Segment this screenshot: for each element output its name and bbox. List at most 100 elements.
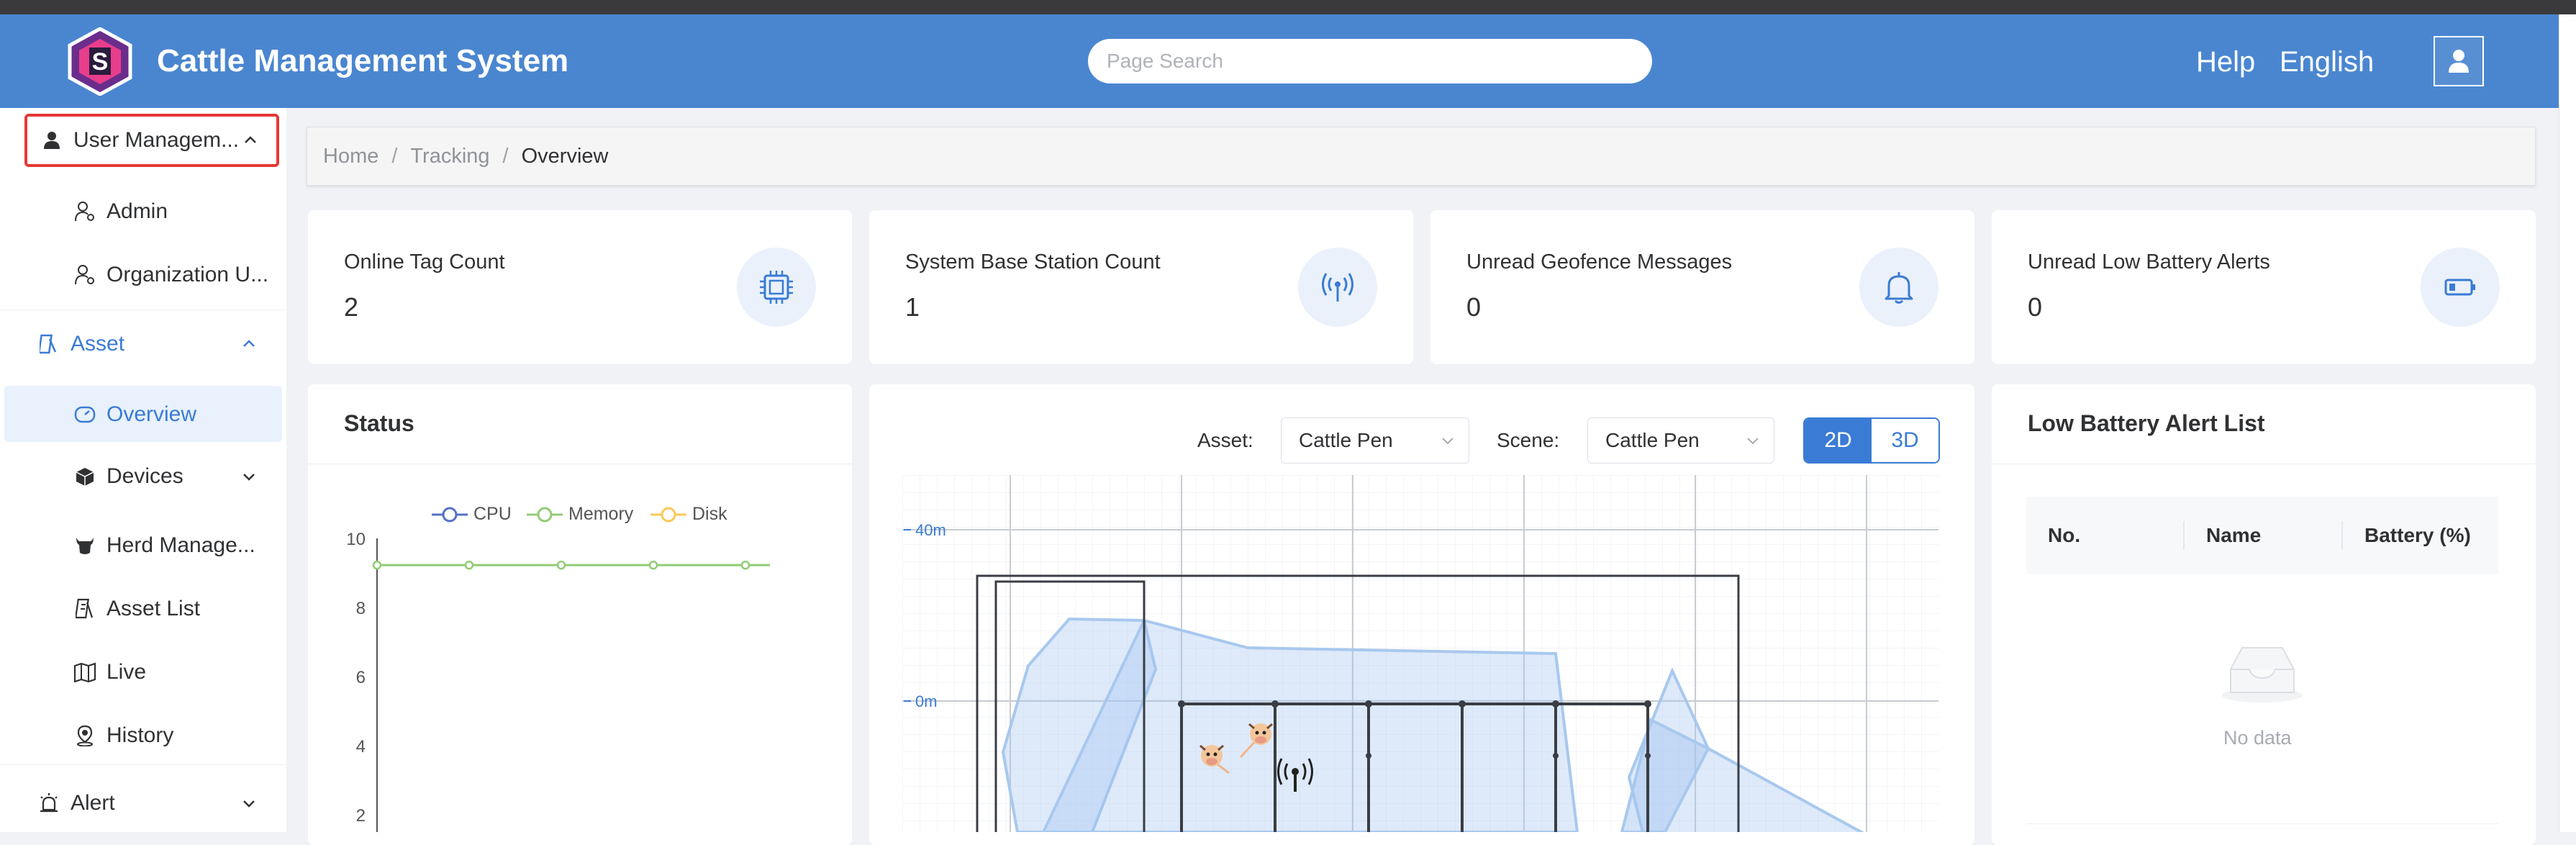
sidebar-item-label: Asset — [71, 332, 125, 356]
data-point-memory[interactable] — [556, 560, 566, 570]
page-search-input[interactable] — [1088, 39, 1652, 83]
alarm-icon — [37, 792, 60, 815]
page-scrollbar[interactable] — [2559, 14, 2576, 832]
map-icon — [73, 661, 96, 684]
chevron-up-icon — [243, 340, 255, 347]
asset-select-value: Cattle Pen — [1299, 429, 1393, 451]
chevron-down-icon — [1747, 438, 1759, 445]
svg-text:S: S — [92, 48, 109, 76]
scene-select-value: Cattle Pen — [1605, 429, 1700, 451]
data-point-memory[interactable] — [740, 560, 750, 570]
sidebar-item-alert[interactable]: Alert — [37, 787, 286, 819]
user-gear-icon — [73, 200, 96, 223]
view-2d-button[interactable]: 2D — [1805, 419, 1872, 462]
stat-label: Unread Geofence Messages — [1466, 250, 1733, 274]
sidebar-item-herd-management[interactable]: Herd Manage... — [73, 530, 255, 561]
stat-card-base-stations: System Base Station Count 1 — [869, 210, 1413, 364]
stat-label: Unread Low Battery Alerts — [2028, 250, 2270, 274]
battery-table-header: No. Name Battery (%) — [2026, 497, 2498, 574]
sidebar-item-label: Admin — [106, 199, 168, 223]
breadcrumb: Home / Tracking / Overview — [307, 127, 2536, 186]
breadcrumb-separator: / — [391, 144, 398, 168]
sidebar-item-label: Alert — [71, 791, 115, 815]
scene-label: Scene: — [1497, 429, 1560, 451]
legend-marker-disk — [650, 507, 686, 522]
sidebar-item-label: Asset List — [106, 597, 201, 620]
legend-label: CPU — [473, 504, 512, 524]
map-axis-label-40m: 40m — [915, 521, 946, 539]
legend-item-disk[interactable]: Disk — [650, 504, 727, 525]
stat-label: Online Tag Count — [344, 250, 505, 274]
column-header-battery[interactable]: Battery (%) — [2343, 497, 2498, 574]
list-icon — [73, 597, 96, 620]
view-3d-button[interactable]: 3D — [1872, 419, 1938, 462]
sidebar-item-live[interactable]: Live — [73, 656, 146, 688]
stat-card-geofence-messages: Unread Geofence Messages 0 — [1430, 210, 1974, 364]
sidebar-item-asset-list[interactable]: Asset List — [73, 593, 200, 625]
column-header-no[interactable]: No. — [2026, 497, 2183, 574]
sidebar-item-admin[interactable]: Admin — [73, 197, 168, 226]
sidebar-item-label: Herd Manage... — [106, 533, 255, 557]
sidebar-item-label: Devices — [106, 464, 183, 488]
breadcrumb-home[interactable]: Home — [323, 145, 378, 168]
sidebar-divider — [0, 764, 286, 765]
window-top-strip — [0, 0, 2576, 14]
legend-item-memory[interactable]: Memory — [527, 504, 633, 525]
app-title: Cattle Management System — [157, 43, 569, 78]
language-switcher[interactable]: English — [2280, 46, 2374, 78]
sidebar-item-label: Organization U... — [106, 263, 269, 286]
user-avatar-button[interactable] — [2434, 36, 2484, 86]
app-logo: S — [68, 27, 132, 96]
data-point-memory[interactable] — [648, 560, 658, 570]
help-link[interactable]: Help — [2196, 46, 2255, 78]
cow-icon — [73, 534, 96, 557]
view-mode-toggle: 2D 3D — [1803, 417, 1940, 464]
breadcrumb-tracking[interactable]: Tracking — [410, 145, 489, 168]
sidebar-item-organization-users[interactable]: Organization U... — [73, 261, 268, 289]
cube-icon — [73, 465, 96, 488]
low-battery-panel: Low Battery Alert List — [1992, 384, 2536, 845]
floor-map-canvas[interactable]: 40m 0m — [902, 475, 1938, 832]
legend-label: Disk — [692, 504, 727, 524]
stat-value: 1 — [905, 292, 920, 322]
user-icon — [2449, 50, 2469, 73]
sidebar-item-label: Live — [106, 660, 147, 684]
sidebar-item-user-management[interactable]: User Managem... — [24, 114, 279, 167]
sidebar-divider — [0, 309, 286, 310]
battery-icon — [2421, 248, 2500, 327]
data-point-memory[interactable] — [464, 560, 474, 570]
panel-title: Status — [344, 410, 414, 436]
stat-value: 2 — [344, 292, 359, 322]
sidebar-item-history[interactable]: History — [73, 720, 173, 751]
sidebar-item-label: History — [106, 723, 174, 747]
data-point-memory[interactable] — [372, 560, 382, 570]
app-header: S Cattle Management System Help English — [0, 14, 2559, 108]
legend-label: Memory — [568, 504, 634, 524]
chevron-down-icon — [1442, 438, 1453, 445]
panel-title: Low Battery Alert List — [2028, 410, 2265, 436]
sidebar-item-devices[interactable]: Devices — [73, 461, 286, 492]
sidebar-item-asset[interactable]: Asset — [37, 328, 286, 360]
stat-value: 0 — [1466, 292, 1482, 322]
location-icon — [73, 724, 96, 747]
sidebar-item-label: User Managem... — [73, 128, 240, 152]
chip-icon — [737, 248, 816, 327]
status-line-chart — [372, 538, 770, 832]
column-header-name[interactable]: Name — [2185, 497, 2341, 574]
asset-icon — [37, 333, 60, 356]
legend-marker-cpu — [432, 507, 468, 522]
bell-icon — [1859, 248, 1938, 327]
asset-select[interactable]: Cattle Pen — [1281, 417, 1469, 464]
empty-state-text: No data — [2223, 727, 2292, 749]
legend-item-cpu[interactable]: CPU — [432, 504, 512, 525]
sidebar-item-label: Overview — [106, 402, 197, 426]
sidebar-item-overview[interactable]: Overview — [73, 399, 196, 430]
stat-label: System Base Station Count — [905, 250, 1161, 274]
breadcrumb-current: Overview — [521, 144, 609, 168]
user-icon — [40, 129, 63, 152]
empty-box-icon — [2222, 647, 2303, 702]
scene-select[interactable]: Cattle Pen — [1587, 417, 1774, 464]
stat-card-online-tags: Online Tag Count 2 — [308, 210, 852, 364]
stat-card-low-battery: Unread Low Battery Alerts 0 — [1992, 210, 2536, 364]
stat-value: 0 — [2028, 292, 2043, 322]
